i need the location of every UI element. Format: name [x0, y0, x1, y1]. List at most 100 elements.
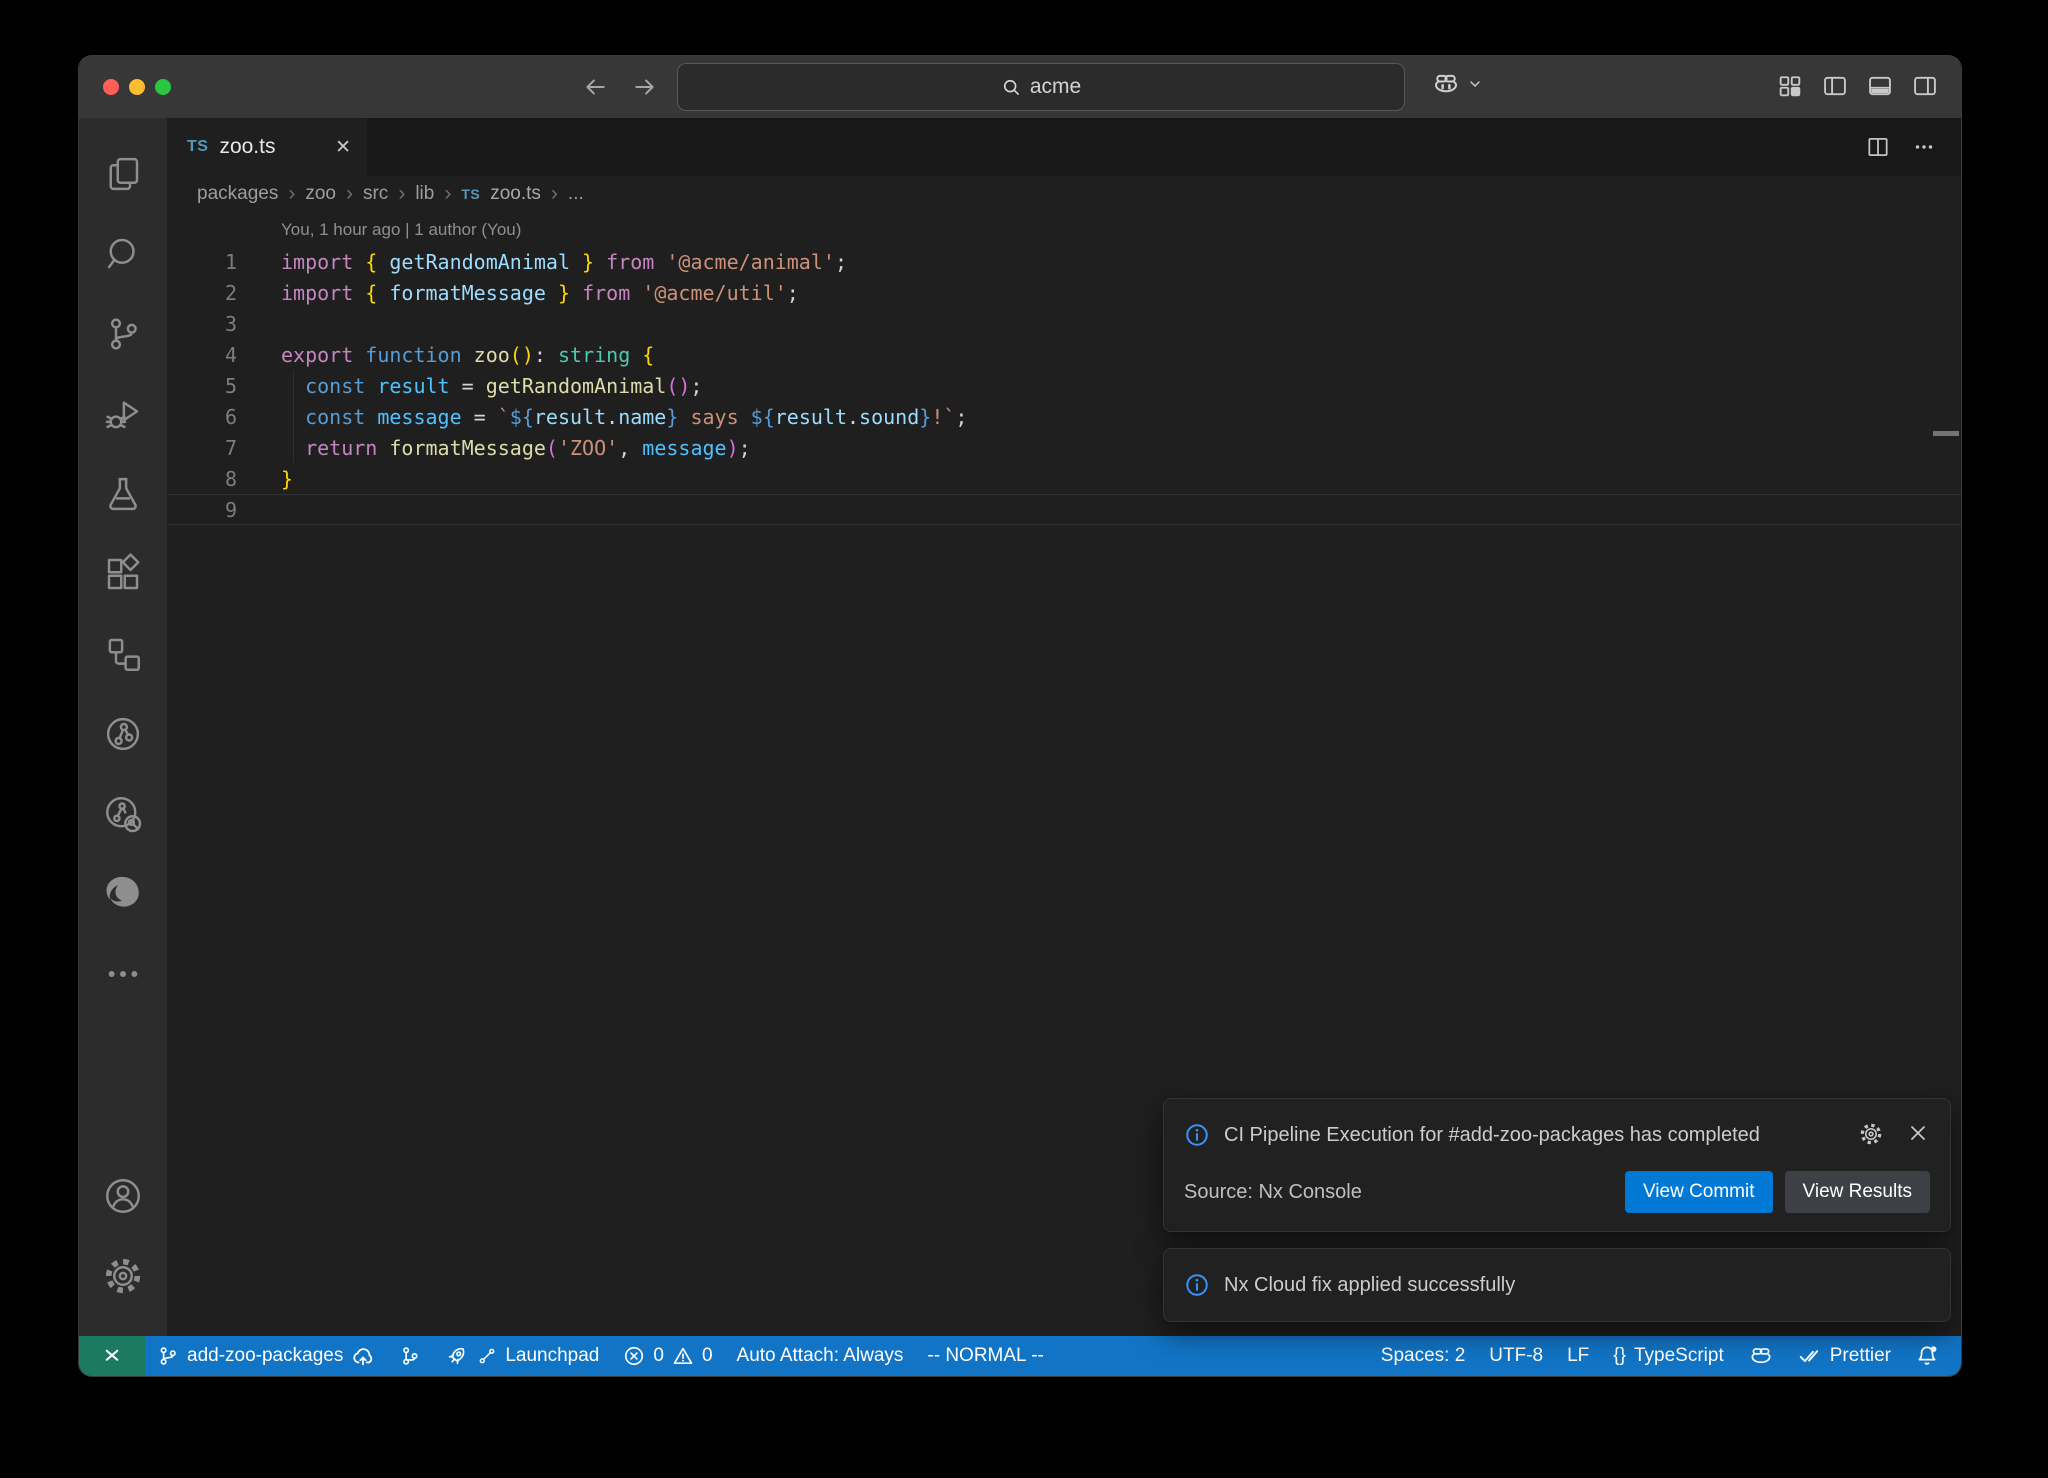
- toggle-secondary-sidebar-icon[interactable]: [1911, 72, 1939, 100]
- mini-branch-icon: [477, 1346, 497, 1366]
- code-line[interactable]: 1import { getRandomAnimal } from '@acme/…: [167, 246, 1961, 277]
- code-text: export function zoo(): string {: [281, 343, 654, 367]
- copilot-menu[interactable]: [1431, 69, 1483, 99]
- status-bar: add-zoo-packages Launchpad 0: [79, 1336, 1961, 1376]
- formatter-status-item[interactable]: Prettier: [1786, 1336, 1903, 1376]
- titlebar: acme: [79, 56, 1961, 118]
- toggle-primary-sidebar-icon[interactable]: [1821, 72, 1849, 100]
- customize-layout-icon[interactable]: [1776, 72, 1804, 100]
- breadcrumb-separator-icon: ›: [444, 182, 451, 206]
- account-button[interactable]: [79, 1156, 167, 1236]
- close-window-button[interactable]: [103, 79, 119, 95]
- code-text: }: [281, 467, 293, 491]
- sidebar-item-nx-console[interactable]: [79, 694, 167, 774]
- encoding-status-item[interactable]: UTF-8: [1477, 1336, 1555, 1376]
- code-text: return formatMessage('ZOO', message);: [281, 436, 751, 460]
- copilot-icon: [1431, 69, 1461, 99]
- auto-attach-status-item[interactable]: Auto Attach: Always: [725, 1336, 916, 1376]
- tab-zoo-ts[interactable]: TS zoo.ts ✕: [167, 118, 367, 176]
- breadcrumb-separator-icon: ›: [551, 182, 558, 206]
- line-number[interactable]: 9: [167, 498, 237, 522]
- code-line[interactable]: 9: [167, 494, 1961, 525]
- breadcrumb-file[interactable]: zoo.ts: [490, 183, 541, 205]
- tab-bar: TS zoo.ts ✕: [167, 118, 1961, 176]
- command-center-search[interactable]: acme: [677, 63, 1405, 111]
- indentation-status-item[interactable]: Spaces: 2: [1369, 1336, 1478, 1376]
- breadcrumb-item[interactable]: lib: [415, 183, 434, 205]
- toggle-panel-icon[interactable]: [1866, 72, 1894, 100]
- source-control-graph-item[interactable]: [387, 1336, 433, 1376]
- notification-source: Source: Nx Console: [1184, 1181, 1362, 1204]
- view-results-button[interactable]: View Results: [1785, 1171, 1930, 1213]
- line-number[interactable]: 4: [167, 343, 237, 367]
- launchpad-label: Launchpad: [505, 1345, 599, 1367]
- breadcrumb-item[interactable]: packages: [197, 183, 278, 205]
- sidebar-item-project-structure[interactable]: [79, 614, 167, 694]
- line-number[interactable]: 5: [167, 374, 237, 398]
- line-number[interactable]: 6: [167, 405, 237, 429]
- tab-label: zoo.ts: [219, 135, 275, 159]
- sidebar-item-source-control[interactable]: [79, 294, 167, 374]
- remote-indicator[interactable]: [79, 1336, 145, 1376]
- eol-label: LF: [1567, 1345, 1589, 1367]
- code-line[interactable]: 8}: [167, 463, 1961, 494]
- sidebar-item-testing[interactable]: [79, 454, 167, 534]
- close-tab-icon[interactable]: ✕: [335, 136, 351, 159]
- forward-icon[interactable]: [629, 71, 661, 103]
- code-line[interactable]: 4 export function zoo(): string {: [167, 339, 1961, 370]
- code-line[interactable]: 3: [167, 308, 1961, 339]
- sidebar-item-edge-tools[interactable]: [79, 854, 167, 934]
- copilot-status-item[interactable]: [1736, 1336, 1786, 1376]
- breadcrumb-item[interactable]: src: [363, 183, 388, 205]
- notification-settings-icon[interactable]: [1858, 1121, 1884, 1153]
- line-number[interactable]: 7: [167, 436, 237, 460]
- sidebar-item-more[interactable]: [79, 934, 167, 1014]
- notifications-bell-item[interactable]: [1903, 1336, 1951, 1376]
- code-line[interactable]: 2import { formatMessage } from '@acme/ut…: [167, 277, 1961, 308]
- sidebar-item-explorer[interactable]: [79, 134, 167, 214]
- settings-gear-icon: [102, 1255, 144, 1297]
- back-icon[interactable]: [579, 71, 611, 103]
- language-status-item[interactable]: {} TypeScript: [1601, 1336, 1735, 1376]
- run-debug-icon: [102, 393, 144, 435]
- sidebar-item-run-debug[interactable]: [79, 374, 167, 454]
- line-number[interactable]: 3: [167, 312, 237, 336]
- notification-nx-cloud-fix: Nx Cloud fix applied successfully: [1163, 1248, 1951, 1322]
- close-notification-icon[interactable]: [1906, 1121, 1930, 1153]
- notification-toasts: CI Pipeline Execution for #add-zoo-packa…: [1163, 1098, 1951, 1322]
- code-line[interactable]: 5 const result = getRandomAnimal();: [167, 370, 1961, 401]
- breadcrumb-more[interactable]: ...: [568, 183, 584, 205]
- code-line[interactable]: 6 const message = `${result.name} says $…: [167, 401, 1961, 432]
- vim-mode-status-item[interactable]: -- NORMAL --: [915, 1336, 1055, 1376]
- code-line[interactable]: 7 return formatMessage('ZOO', message);: [167, 432, 1961, 463]
- auto-attach-label: Auto Attach: Always: [737, 1345, 904, 1367]
- language-label: TypeScript: [1634, 1345, 1724, 1367]
- settings-button[interactable]: [79, 1236, 167, 1316]
- split-editor-icon[interactable]: [1865, 134, 1891, 160]
- braces-icon: {}: [1613, 1345, 1626, 1367]
- line-number[interactable]: 8: [167, 467, 237, 491]
- line-number[interactable]: 2: [167, 281, 237, 305]
- git-branch-icon: [157, 1345, 179, 1367]
- typescript-file-icon: TS: [461, 186, 480, 202]
- sidebar-item-nx-cloud[interactable]: [79, 774, 167, 854]
- code-text: const result = getRandomAnimal();: [281, 374, 702, 398]
- zoom-window-button[interactable]: [155, 79, 171, 95]
- chevron-down-icon: [1467, 76, 1483, 92]
- editor-more-actions-icon[interactable]: [1911, 134, 1937, 160]
- notification-ci-pipeline: CI Pipeline Execution for #add-zoo-packa…: [1163, 1098, 1951, 1232]
- sidebar-item-search[interactable]: [79, 214, 167, 294]
- breadcrumb-item[interactable]: zoo: [305, 183, 336, 205]
- launchpad-status-item[interactable]: Launchpad: [433, 1336, 611, 1376]
- explorer-icon: [102, 153, 144, 195]
- view-commit-button[interactable]: View Commit: [1625, 1171, 1773, 1213]
- minimize-window-button[interactable]: [129, 79, 145, 95]
- breadcrumb-separator-icon: ›: [288, 182, 295, 206]
- branch-status-item[interactable]: add-zoo-packages: [145, 1336, 387, 1376]
- problems-status-item[interactable]: 0 0: [611, 1336, 724, 1376]
- vscode-window: acme: [78, 55, 1962, 1377]
- breadcrumb-separator-icon: ›: [398, 182, 405, 206]
- sidebar-item-extensions[interactable]: [79, 534, 167, 614]
- eol-status-item[interactable]: LF: [1555, 1336, 1601, 1376]
- line-number[interactable]: 1: [167, 250, 237, 274]
